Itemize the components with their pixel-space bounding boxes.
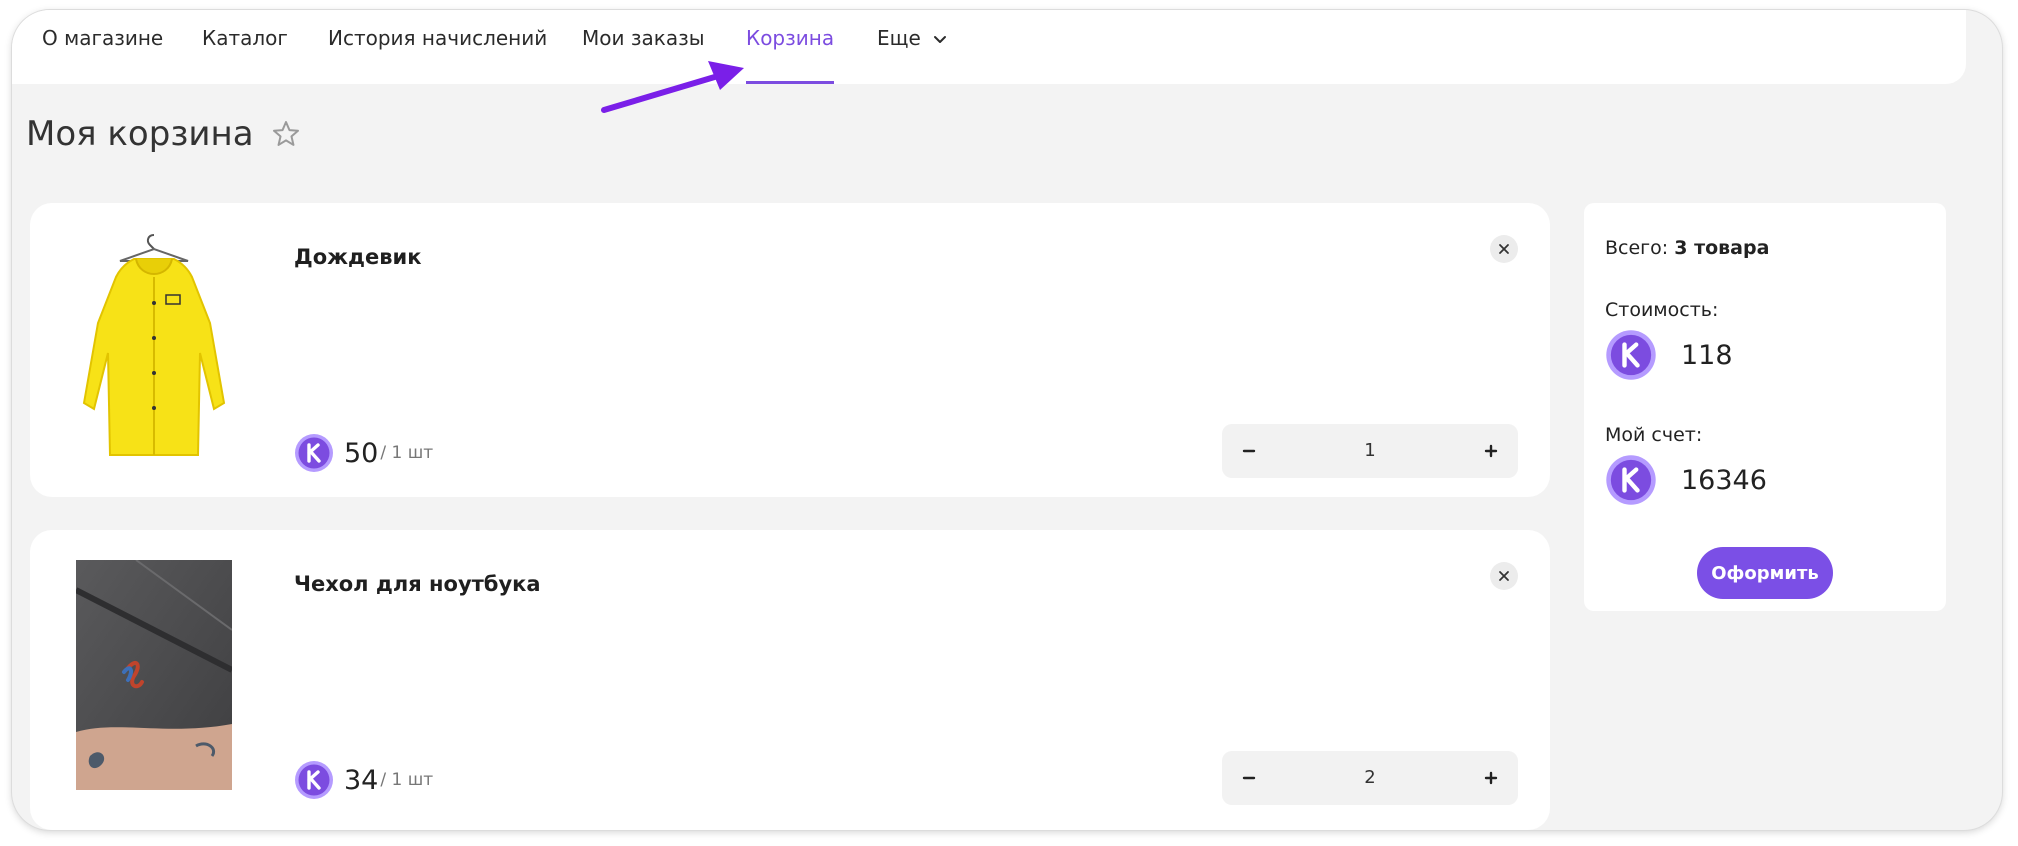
cart-item: Дождевик 50 / 1 шт 1 xyxy=(30,203,1550,497)
total-label-text: Всего: xyxy=(1605,237,1669,259)
minus-icon xyxy=(1242,449,1256,453)
nav-item-catalog[interactable]: Каталог xyxy=(202,10,288,84)
page-title: Моя корзина xyxy=(26,114,254,154)
increase-quantity-button[interactable] xyxy=(1464,424,1518,478)
account-row: 16346 xyxy=(1605,454,1767,506)
k-coin-icon xyxy=(1606,455,1656,505)
decrease-quantity-button[interactable] xyxy=(1222,751,1276,805)
k-coin-icon xyxy=(1606,330,1656,380)
chevron-down-icon xyxy=(934,35,947,43)
cart-item: Чехол для ноутбука 34 / 1 шт 2 xyxy=(30,530,1550,830)
price-unit: / 1 шт xyxy=(380,443,434,463)
cost-row: 118 xyxy=(1605,329,1733,381)
price-unit: / 1 шт xyxy=(380,770,434,790)
close-icon xyxy=(1499,571,1509,581)
product-title[interactable]: Дождевик xyxy=(294,245,422,269)
close-icon xyxy=(1499,244,1509,254)
nav-item-cart[interactable]: Корзина xyxy=(746,10,835,84)
plus-icon xyxy=(1484,771,1498,785)
quantity-value[interactable]: 2 xyxy=(1276,751,1464,805)
price-row: 50 / 1 шт xyxy=(294,431,433,475)
nav-item-history[interactable]: История начислений xyxy=(328,10,547,84)
price-row: 34 / 1 шт xyxy=(294,758,433,802)
top-nav: О магазине Каталог История начислений Мо… xyxy=(12,10,1966,84)
raincoat-image xyxy=(82,234,226,456)
plus-icon xyxy=(1484,444,1498,458)
account-balance: 16346 xyxy=(1681,464,1767,496)
increase-quantity-button[interactable] xyxy=(1464,751,1518,805)
quantity-stepper: 1 xyxy=(1222,424,1518,478)
laptop-sleeve-image xyxy=(76,560,232,790)
nav-item-more-label: Еще xyxy=(877,26,921,50)
checkout-button[interactable]: Оформить xyxy=(1697,547,1833,599)
nav-item-orders[interactable]: Мои заказы xyxy=(582,10,705,84)
cost-value: 118 xyxy=(1681,339,1733,371)
nav-item-more[interactable]: Еще xyxy=(877,10,947,84)
cost-label: Стоимость: xyxy=(1605,299,1719,321)
price-value: 50 xyxy=(344,437,379,469)
star-outline-icon[interactable] xyxy=(270,118,302,150)
account-label: Мой счет: xyxy=(1605,424,1703,446)
quantity-value[interactable]: 1 xyxy=(1276,424,1464,478)
total-label: Всего: 3 товара xyxy=(1605,237,1769,259)
app-window: О магазине Каталог История начислений Мо… xyxy=(12,10,2002,830)
total-count: 3 товара xyxy=(1674,237,1770,259)
order-summary: Всего: 3 товара Стоимость: 118 Мой счет:… xyxy=(1584,203,1946,611)
quantity-stepper: 2 xyxy=(1222,751,1518,805)
k-coin-icon xyxy=(295,761,333,799)
nav-item-about[interactable]: О магазине xyxy=(42,10,163,84)
minus-icon xyxy=(1242,776,1256,780)
remove-item-button[interactable] xyxy=(1490,235,1518,263)
decrease-quantity-button[interactable] xyxy=(1222,424,1276,478)
product-title[interactable]: Чехол для ноутбука xyxy=(294,572,541,596)
k-coin-icon xyxy=(295,434,333,472)
price-value: 34 xyxy=(344,764,379,796)
remove-item-button[interactable] xyxy=(1490,562,1518,590)
